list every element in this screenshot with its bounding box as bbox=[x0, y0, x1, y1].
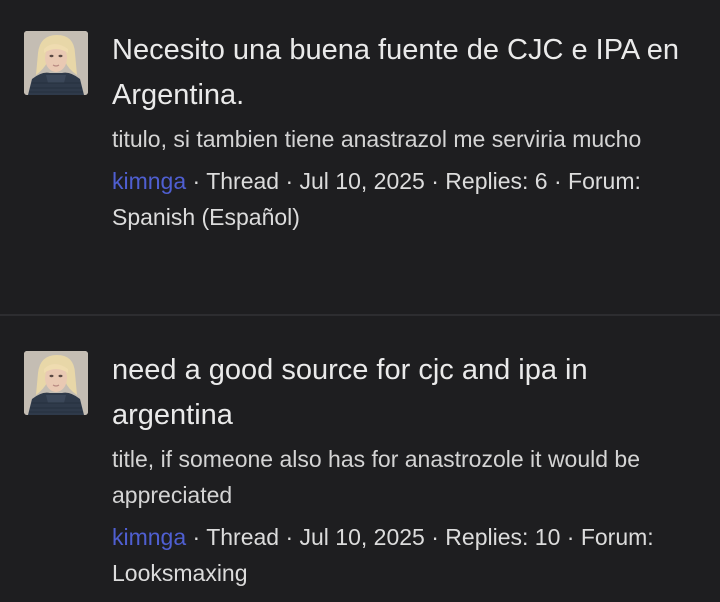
meta-separator: · bbox=[186, 524, 207, 550]
avatar-image bbox=[24, 351, 88, 415]
forum-link[interactable]: Spanish (Español) bbox=[112, 204, 300, 230]
thread-snippet: title, if someone also has for anastrozo… bbox=[112, 446, 641, 508]
reply-count: Replies: 10 bbox=[445, 524, 561, 550]
result-content: Necesito una buena fuente de CJC e IPA e… bbox=[112, 28, 696, 235]
thread-title-link[interactable]: Necesito una buena fuente de CJC e IPA e… bbox=[112, 28, 696, 118]
author-link[interactable]: kimnga bbox=[112, 168, 186, 194]
thread-title-link[interactable]: need a good source for cjc and ipa in ar… bbox=[112, 348, 696, 438]
content-type: Thread bbox=[206, 168, 280, 194]
meta-separator: · bbox=[547, 168, 569, 194]
meta-separator: · bbox=[424, 524, 446, 550]
reply-count: Replies: 6 bbox=[445, 168, 548, 194]
avatar[interactable] bbox=[24, 351, 88, 415]
result-content: need a good source for cjc and ipa in ar… bbox=[112, 348, 696, 591]
thread-meta: kimnga · Thread · Jul 10, 2025 · Replies… bbox=[112, 163, 696, 235]
search-result-item: need a good source for cjc and ipa in ar… bbox=[0, 316, 720, 591]
meta-separator: · bbox=[279, 168, 300, 194]
meta-separator: · bbox=[279, 524, 300, 550]
content-type: Thread bbox=[206, 524, 280, 550]
forum-label: Forum: bbox=[568, 168, 641, 194]
thread-date: Jul 10, 2025 bbox=[299, 524, 425, 550]
thread-meta: kimnga · Thread · Jul 10, 2025 · Replies… bbox=[112, 519, 696, 591]
author-link[interactable]: kimnga bbox=[112, 524, 186, 550]
forum-link[interactable]: Looksmaxing bbox=[112, 560, 248, 586]
meta-separator: · bbox=[560, 524, 581, 550]
forum-label: Forum: bbox=[580, 524, 654, 550]
avatar[interactable] bbox=[24, 31, 88, 95]
meta-separator: · bbox=[186, 168, 207, 194]
avatar-image bbox=[24, 31, 88, 95]
thread-date: Jul 10, 2025 bbox=[299, 168, 425, 194]
thread-snippet: titulo, si tambien tiene anastrazol me s… bbox=[112, 126, 642, 152]
search-results-list: Necesito una buena fuente de CJC e IPA e… bbox=[0, 0, 720, 602]
search-result-item: Necesito una buena fuente de CJC e IPA e… bbox=[0, 0, 720, 314]
meta-separator: · bbox=[424, 168, 446, 194]
